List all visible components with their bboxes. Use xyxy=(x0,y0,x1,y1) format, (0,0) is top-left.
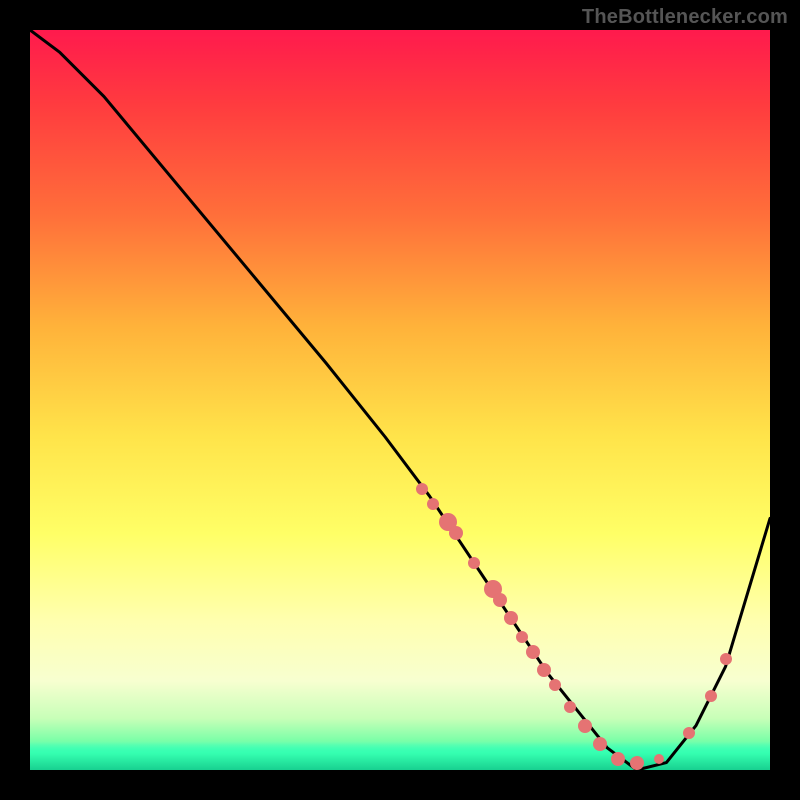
data-marker xyxy=(611,752,625,766)
data-marker xyxy=(416,483,428,495)
chart-svg xyxy=(30,30,770,770)
data-marker xyxy=(549,679,561,691)
data-marker xyxy=(468,557,480,569)
data-marker xyxy=(705,690,717,702)
data-marker xyxy=(630,756,644,770)
data-marker xyxy=(593,737,607,751)
data-marker xyxy=(504,611,518,625)
data-marker xyxy=(564,701,576,713)
data-marker xyxy=(427,498,439,510)
data-marker xyxy=(449,526,463,540)
chart-frame xyxy=(30,30,770,770)
data-marker xyxy=(578,719,592,733)
curve-path xyxy=(30,30,770,770)
data-marker xyxy=(493,593,507,607)
data-marker xyxy=(720,653,732,665)
watermark-text: TheBottlenecker.com xyxy=(582,6,788,29)
data-marker xyxy=(537,663,551,677)
data-marker xyxy=(654,754,664,764)
data-marker xyxy=(526,645,540,659)
plot-area xyxy=(30,30,770,770)
data-marker xyxy=(683,727,695,739)
data-marker xyxy=(516,631,528,643)
